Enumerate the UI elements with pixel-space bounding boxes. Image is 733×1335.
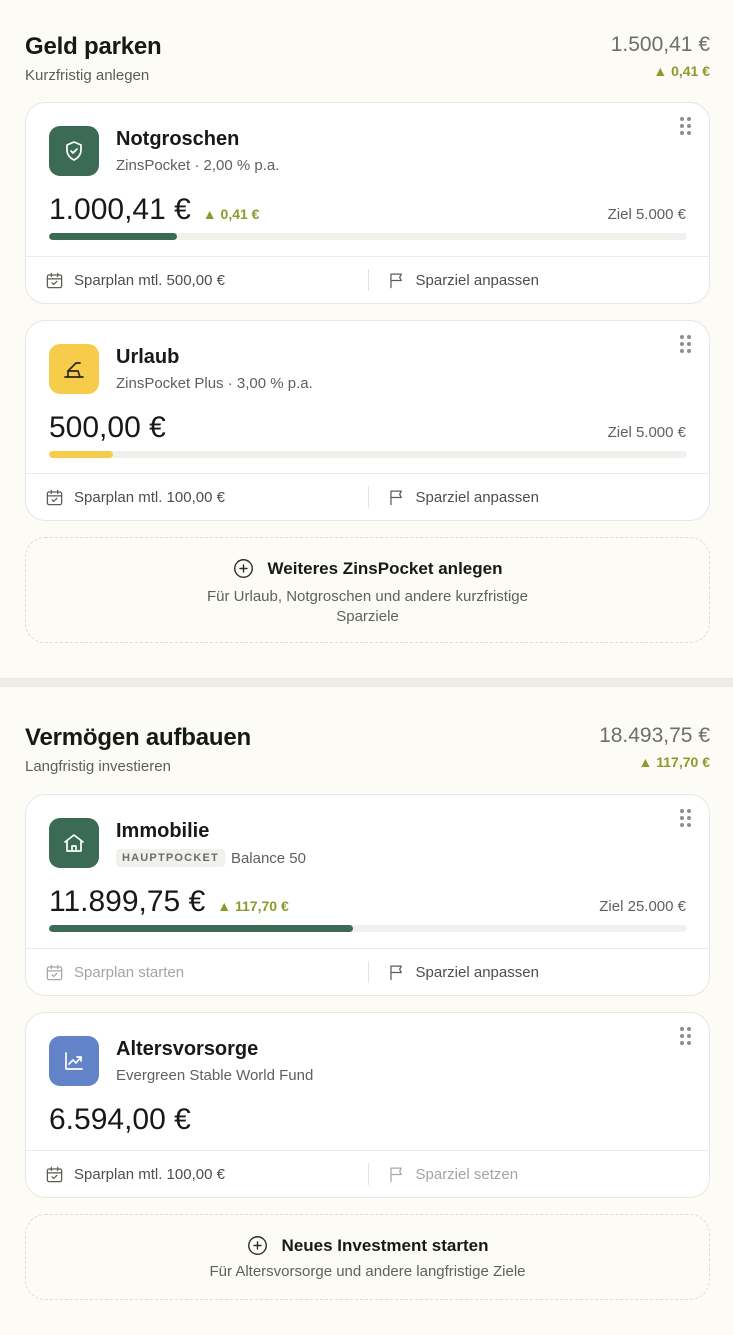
flag-icon bbox=[389, 965, 402, 980]
adjust-goal-label: Sparziel anpassen bbox=[415, 271, 539, 289]
progress-fill bbox=[49, 233, 177, 240]
progress-bar bbox=[49, 451, 687, 458]
pocket-amount: 1.000,41 € ▲ 0,41 € bbox=[49, 193, 259, 227]
shield-check-icon bbox=[49, 126, 99, 176]
flag-icon bbox=[389, 273, 402, 288]
pocket-goal: Ziel 25.000 € bbox=[599, 898, 686, 915]
savings-plan-button[interactable]: Sparplan mtl. 100,00 € bbox=[26, 474, 368, 520]
pocket-product: ZinsPocket · 2,00 % p.a. bbox=[116, 157, 280, 174]
plus-circle-icon bbox=[247, 1236, 267, 1255]
adjust-goal-button[interactable]: Sparziel anpassen bbox=[367, 474, 710, 520]
pocket-subtitle: ZinsPocket Plus · 3,00 % p.a. bbox=[116, 375, 313, 392]
pocket-balance: 11.899,75 € bbox=[49, 885, 206, 918]
add-subtitle: Für Altersvorsorge und andere langfristi… bbox=[26, 1262, 709, 1282]
pocket-product: ZinsPocket Plus · 3,00 % p.a. bbox=[116, 375, 313, 392]
savings-plan-label: Sparplan mtl. 500,00 € bbox=[74, 271, 225, 289]
pocket-product: Balance 50 bbox=[230, 849, 306, 867]
add-subtitle-line: Für Altersvorsorge und andere langfristi… bbox=[209, 1263, 526, 1280]
drag-handle-icon[interactable] bbox=[680, 1027, 692, 1047]
savings-plan-label: Sparplan mtl. 100,00 € bbox=[74, 488, 225, 506]
add-title-label: Weiteres ZinsPocket anlegen bbox=[267, 558, 503, 578]
pocket-footer: Sparplan mtl. 100,00 € Sparziel setzen bbox=[26, 1150, 709, 1197]
progress-fill bbox=[49, 451, 113, 458]
add-subtitle-line: Sparziele bbox=[336, 608, 399, 625]
pocket-delta: ▲ 0,41 € bbox=[202, 206, 260, 222]
section-header: Vermögen aufbauen Langfristig investiere… bbox=[0, 724, 733, 804]
calendar-check-icon bbox=[46, 489, 63, 505]
trending-up-icon bbox=[49, 1036, 99, 1086]
section-title: Geld parken bbox=[25, 33, 162, 60]
start-investment-button[interactable]: Neues Investment starten Für Altersvorso… bbox=[25, 1214, 710, 1300]
pocket-balance: 1.000,41 € bbox=[49, 193, 191, 226]
drag-handle-icon[interactable] bbox=[680, 335, 692, 355]
add-title-label: Neues Investment starten bbox=[281, 1235, 489, 1255]
calendar-check-icon bbox=[46, 964, 63, 980]
adjust-goal-button[interactable]: Sparziel anpassen bbox=[367, 257, 710, 303]
pocket-card-urlaub[interactable]: Urlaub ZinsPocket Plus · 3,00 % p.a. 500… bbox=[25, 320, 710, 521]
pocket-card-notgroschen[interactable]: Notgroschen ZinsPocket · 2,00 % p.a. 1.0… bbox=[25, 102, 710, 304]
pocket-subtitle: HAUPTPOCKET Balance 50 bbox=[116, 849, 306, 867]
savings-plan-button[interactable]: Sparplan mtl. 500,00 € bbox=[26, 257, 368, 303]
section-subtitle: Langfristig investieren bbox=[25, 758, 171, 775]
add-subtitle: Für Urlaub, Notgroschen und andere kurzf… bbox=[26, 587, 709, 627]
start-savings-plan-button[interactable]: Sparplan starten bbox=[26, 949, 368, 995]
pocket-amount: 500,00 € bbox=[49, 411, 166, 445]
pocket-goal: Ziel 5.000 € bbox=[607, 206, 686, 223]
savings-plan-label: Sparplan starten bbox=[74, 963, 185, 981]
adjust-goal-label: Sparziel anpassen bbox=[415, 963, 539, 981]
section-delta: ▲ 0,41 € bbox=[653, 63, 710, 79]
savings-plan-label: Sparplan mtl. 100,00 € bbox=[74, 1165, 225, 1183]
section-subtitle: Kurzfristig anlegen bbox=[25, 67, 150, 84]
pocket-goal: Ziel 5.000 € bbox=[607, 424, 686, 441]
deck-chair-icon bbox=[49, 344, 99, 394]
pocket-subtitle: Evergreen Stable World Fund bbox=[116, 1067, 313, 1084]
flag-icon bbox=[389, 490, 402, 505]
section-header: Geld parken Kurzfristig anlegen 1.500,41… bbox=[0, 33, 733, 113]
calendar-check-icon bbox=[46, 272, 63, 288]
section-divider bbox=[0, 678, 733, 687]
pocket-product: Evergreen Stable World Fund bbox=[116, 1067, 314, 1084]
pocket-balance: 500,00 € bbox=[49, 411, 166, 444]
add-title: Weiteres ZinsPocket anlegen bbox=[26, 558, 709, 579]
set-goal-button[interactable]: Sparziel setzen bbox=[367, 1151, 710, 1197]
add-title: Neues Investment starten bbox=[26, 1235, 709, 1256]
pocket-title: Urlaub bbox=[116, 346, 180, 368]
section-total: 1.500,41 € bbox=[610, 33, 710, 56]
add-subtitle-line: Für Urlaub, Notgroschen und andere kurzf… bbox=[207, 588, 528, 605]
pocket-title: Altersvorsorge bbox=[116, 1038, 259, 1060]
adjust-goal-label: Sparziel anpassen bbox=[415, 488, 539, 506]
section-vermoegen-aufbauen: Vermögen aufbauen Langfristig investiere… bbox=[0, 724, 733, 804]
section-geld-parken: Geld parken Kurzfristig anlegen 1.500,41… bbox=[0, 33, 733, 113]
progress-bar bbox=[49, 925, 687, 932]
pocket-title: Immobilie bbox=[116, 820, 210, 842]
pocket-card-altersvorsorge[interactable]: Altersvorsorge Evergreen Stable World Fu… bbox=[25, 1012, 710, 1198]
pocket-footer: Sparplan starten Sparziel anpassen bbox=[26, 948, 709, 995]
set-goal-label: Sparziel setzen bbox=[415, 1165, 519, 1183]
add-zinspocket-button[interactable]: Weiteres ZinsPocket anlegen Für Urlaub, … bbox=[25, 537, 710, 643]
pocket-footer: Sparplan mtl. 100,00 € Sparziel anpassen bbox=[26, 473, 709, 520]
progress-fill bbox=[49, 925, 353, 932]
section-delta: ▲ 117,70 € bbox=[638, 754, 710, 770]
pocket-footer: Sparplan mtl. 500,00 € Sparziel anpassen bbox=[26, 256, 709, 303]
drag-handle-icon[interactable] bbox=[680, 809, 692, 829]
calendar-check-icon bbox=[46, 1166, 63, 1182]
drag-handle-icon[interactable] bbox=[680, 117, 692, 137]
house-icon bbox=[49, 818, 99, 868]
main-pocket-badge: HAUPTPOCKET bbox=[116, 849, 225, 867]
adjust-goal-button[interactable]: Sparziel anpassen bbox=[367, 949, 710, 995]
pocket-balance: 6.594,00 € bbox=[49, 1103, 191, 1136]
pocket-delta: ▲ 117,70 € bbox=[217, 898, 289, 914]
pocket-amount: 6.594,00 € bbox=[49, 1103, 191, 1137]
pocket-card-immobilie[interactable]: Immobilie HAUPTPOCKET Balance 50 11.899,… bbox=[25, 794, 710, 996]
pocket-amount: 11.899,75 € ▲ 117,70 € bbox=[49, 885, 289, 919]
pocket-subtitle: ZinsPocket · 2,00 % p.a. bbox=[116, 157, 279, 174]
plus-circle-icon bbox=[233, 559, 253, 578]
progress-bar bbox=[49, 233, 687, 240]
pocket-title: Notgroschen bbox=[116, 128, 240, 150]
section-total: 18.493,75 € bbox=[599, 724, 710, 747]
section-title: Vermögen aufbauen bbox=[25, 724, 251, 751]
flag-icon bbox=[389, 1167, 402, 1182]
savings-plan-button[interactable]: Sparplan mtl. 100,00 € bbox=[26, 1151, 368, 1197]
